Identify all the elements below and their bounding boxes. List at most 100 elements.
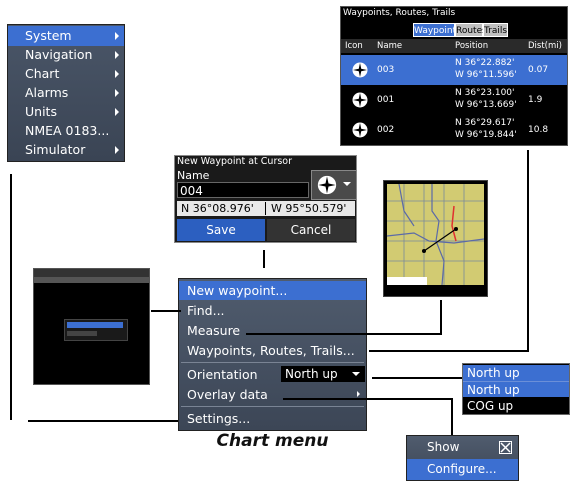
overlay-data-submenu: Show Configure... (406, 435, 519, 481)
waypoint-name: 003 (377, 65, 395, 75)
waypoint-lon: W 96°19.844' (455, 130, 517, 140)
cancel-button[interactable]: Cancel (267, 219, 355, 241)
menu-item-configure[interactable]: Configure... (407, 459, 518, 480)
connector-line (283, 398, 453, 400)
name-label: Name (177, 169, 210, 182)
connector-line (263, 250, 265, 268)
close-dialog-item[interactable] (67, 331, 97, 336)
system-menu: System Navigation Chart Alarms Units NME… (7, 24, 125, 162)
menu-item-units[interactable]: Units (8, 102, 124, 122)
waypoint-dist: 1.9 (528, 95, 543, 105)
waypoint-lat: N 36°23.100' (455, 88, 515, 98)
connector-line (451, 398, 453, 435)
table-row[interactable]: 001 N 36°23.100' W 96°13.669' 1.9 (341, 85, 567, 115)
connector-line (440, 300, 442, 334)
waypoint-icon (352, 122, 368, 138)
menu-item-label: System (25, 28, 72, 43)
column-header-name: Name (377, 41, 403, 51)
waypoint-name-input[interactable]: 004 (177, 182, 309, 198)
dialog-title: New Waypoint at Cursor (177, 156, 293, 167)
orientation-current[interactable]: North up (463, 365, 569, 381)
orientation-current-label: North up (467, 366, 520, 380)
option-north-up[interactable]: North up (463, 381, 569, 397)
waypoint-icon (352, 92, 368, 108)
chevron-down-icon (352, 372, 360, 376)
column-header-position: Position (455, 41, 489, 51)
menu-item-find[interactable]: Find... (179, 301, 366, 320)
waypoint-icon (352, 62, 368, 78)
connector-line (369, 350, 529, 352)
table-header: Icon Name Position Dist(mi) (341, 39, 567, 53)
menu-item-alarms[interactable]: Alarms (8, 83, 124, 103)
longitude-value: W 95°50.579' (271, 202, 347, 215)
chart-map-image (384, 181, 487, 296)
menu-separator (181, 406, 364, 407)
category-popup (64, 319, 128, 341)
coordinates-field[interactable]: N 36°08.976' W 95°50.579' (177, 201, 355, 216)
waypoint-icon (317, 175, 337, 195)
menu-item-label: Simulator (25, 142, 86, 157)
table-row[interactable]: 002 N 36°29.617' W 96°19.844' 10.8 (341, 115, 567, 145)
menu-item-simulator[interactable]: Simulator (8, 140, 124, 160)
menu-item-waypoints-routes-trails[interactable]: Waypoints, Routes, Trails... (179, 341, 366, 360)
panel-title: Waypoints, Routes, Trails (343, 8, 456, 18)
column-header-dist: Dist(mi) (528, 41, 562, 51)
column-header-icon: Icon (345, 41, 363, 51)
submenu-arrow-icon (357, 391, 360, 397)
waypoint-lon: W 96°11.596' (455, 70, 517, 80)
waypoint-lat: N 36°22.882' (455, 58, 515, 68)
option-cog-up[interactable]: COG up (463, 398, 569, 414)
submenu-arrow-icon (115, 70, 119, 78)
menu-item-chart[interactable]: Chart (8, 64, 124, 84)
menu-item-label: Chart (25, 66, 60, 81)
menu-item-label: Units (25, 104, 57, 119)
menu-item-navigation[interactable]: Navigation (8, 45, 124, 65)
waypoint-dist: 10.8 (528, 125, 549, 135)
chevron-down-icon (343, 182, 351, 186)
orientation-value: North up (285, 367, 338, 381)
waypoint-dist: 0.07 (528, 65, 549, 75)
menu-item-label: NMEA 0183... (25, 123, 110, 138)
orientation-label: Orientation (187, 367, 258, 382)
submenu-arrow-icon (115, 51, 119, 59)
menu-item-orientation[interactable]: Orientation North up (179, 365, 366, 384)
waypoint-name: 001 (377, 95, 395, 105)
tab-routes[interactable]: Routes (455, 23, 487, 37)
tab-waypoints[interactable]: Waypoints (413, 23, 461, 37)
menu-item-nmea[interactable]: NMEA 0183... (8, 121, 124, 141)
menu-item-settings[interactable]: Settings... (179, 409, 366, 428)
orientation-dropdown: North up North up COG up (462, 363, 570, 415)
latitude-value: N 36°08.976' (181, 202, 254, 215)
submenu-arrow-icon (115, 32, 119, 40)
connector-line (151, 310, 181, 312)
coord-divider (265, 202, 266, 215)
measure-chart-preview (383, 180, 488, 297)
submenu-arrow-icon (115, 108, 119, 116)
figure-caption: Chart menu (216, 431, 329, 451)
waypoint-name: 002 (377, 125, 395, 135)
category-select[interactable] (67, 322, 123, 328)
menu-item-measure[interactable]: Measure (179, 321, 366, 340)
connector-line (246, 333, 442, 335)
waypoint-icon-select[interactable] (311, 170, 357, 200)
connector-line (28, 420, 178, 422)
tab-trails[interactable]: Trails (483, 23, 508, 37)
save-button[interactable]: Save (177, 219, 265, 241)
dialog-titlebar (34, 269, 149, 277)
waypoint-lat: N 36°29.617' (455, 118, 515, 128)
checkbox-x-icon[interactable] (499, 441, 512, 454)
menu-separator (181, 362, 364, 363)
overlay-data-label: Overlay data (187, 387, 268, 402)
connector-line (527, 150, 529, 350)
menu-item-new-waypoint[interactable]: New waypoint... (179, 281, 366, 300)
menu-item-show[interactable]: Show (407, 437, 518, 458)
menu-item-system[interactable]: System (8, 26, 124, 46)
menu-item-label: Navigation (25, 47, 93, 62)
table-row[interactable]: 003 N 36°22.882' W 96°11.596' 0.07 (341, 55, 567, 85)
menu-item-overlay-data[interactable]: Overlay data (179, 385, 366, 404)
submenu-arrow-icon (115, 89, 119, 97)
waypoint-lon: W 96°13.669' (455, 100, 517, 110)
dialog-header (34, 277, 149, 283)
connector-line (372, 377, 462, 379)
orientation-select[interactable]: North up (281, 366, 365, 382)
